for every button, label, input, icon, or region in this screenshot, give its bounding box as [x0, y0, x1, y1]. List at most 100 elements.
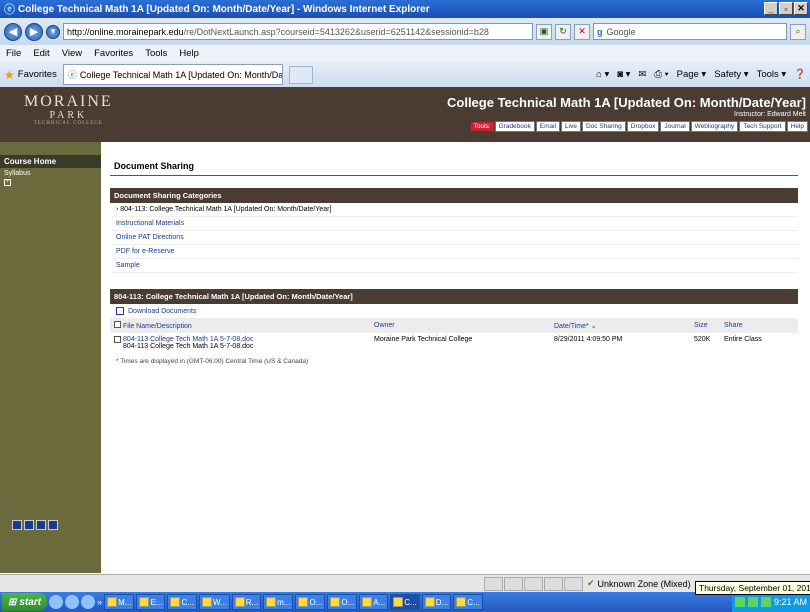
start-button[interactable]: ⊞ start — [2, 593, 48, 611]
tool-journal[interactable]: Journal — [660, 121, 690, 132]
status-cell — [484, 576, 503, 591]
taskbar-button[interactable]: C... — [453, 594, 483, 610]
page-menu[interactable]: Page ▾ — [677, 69, 707, 80]
recent-pages-dropdown[interactable]: ▾ — [46, 24, 60, 39]
tool-gradebook[interactable]: Gradebook — [494, 121, 535, 132]
tool-doc-sharing[interactable]: Doc Sharing — [581, 121, 626, 132]
stop-icon[interactable]: ✕ — [574, 23, 590, 40]
compatibility-icon[interactable]: ▣ — [536, 23, 552, 40]
minimize-button[interactable]: _ — [764, 2, 778, 15]
status-cells — [484, 576, 583, 591]
col-file-label: File Name/Description — [122, 323, 192, 330]
date-tooltip: Thursday, September 01, 2011 — [695, 581, 810, 595]
expand-icon[interactable]: + — [4, 179, 11, 186]
tools-menu[interactable]: Tools ▾ — [757, 69, 787, 80]
menu-favorites[interactable]: Favorites — [94, 48, 133, 59]
taskbar-button[interactable]: M... — [104, 594, 135, 610]
tool-live[interactable]: Live — [561, 121, 581, 132]
moraine-park-logo: MORAINE PARK TECHNICAL COLLEGE — [8, 93, 113, 126]
menu-edit[interactable]: Edit — [33, 48, 49, 59]
menu-file[interactable]: File — [6, 48, 21, 59]
quick-launch-icon[interactable] — [49, 595, 64, 609]
tool-webliography[interactable]: Webliography — [690, 121, 739, 132]
windows-flag-icon: ⊞ — [8, 596, 17, 608]
category-sample[interactable]: Sample — [110, 259, 798, 273]
print-icon[interactable] — [36, 520, 46, 530]
clock[interactable]: 9:21 AM — [774, 597, 807, 607]
mail-icon[interactable]: ✉ — [638, 69, 646, 80]
search-icon[interactable]: ⌕ — [790, 23, 806, 40]
quick-launch-icon[interactable] — [65, 595, 80, 609]
tool-email[interactable]: Email — [535, 121, 561, 132]
quick-launch-icon[interactable] — [81, 595, 96, 609]
favorites-button[interactable]: ★ Favorites — [4, 68, 57, 82]
category-online-pat-directions[interactable]: Online PAT Directions — [110, 231, 798, 245]
col-size[interactable]: Size — [690, 318, 720, 333]
info-icon[interactable] — [48, 520, 58, 530]
app-icon — [298, 597, 309, 607]
col-owner[interactable]: Owner — [370, 318, 550, 333]
window-title: College Technical Math 1A [Updated On: M… — [18, 3, 430, 15]
home-icon[interactable]: ⌂ ▾ — [596, 69, 609, 80]
tool-tech-support[interactable]: Tech Support — [739, 121, 786, 132]
col-share[interactable]: Share — [720, 318, 798, 333]
help-icon[interactable]: ❓ — [794, 69, 806, 80]
menu-view[interactable]: View — [62, 48, 82, 59]
browser-tab-active[interactable]: ⓔ College Technical Math 1A [Updated On:… — [62, 64, 283, 85]
tray-icon[interactable] — [747, 597, 758, 607]
ie-tab-icon: ⓔ — [67, 70, 77, 80]
safety-menu[interactable]: Safety ▾ — [714, 69, 748, 80]
address-input[interactable]: http://online.morainepark.edu/re/DotNext… — [63, 23, 533, 40]
refresh-icon[interactable]: ↻ — [555, 23, 571, 40]
taskbar-button[interactable]: O... — [327, 594, 358, 610]
download-icon — [116, 307, 124, 315]
collapse-icon[interactable] — [12, 520, 22, 530]
star-icon: ★ — [4, 67, 15, 82]
maximize-button[interactable]: ▫ — [779, 2, 793, 15]
category-pdf-e-reserve[interactable]: PDF for e-Reserve — [110, 245, 798, 259]
col-datetime[interactable]: Date/Time* ⌄ — [550, 318, 690, 333]
tray-icon[interactable] — [734, 597, 745, 607]
tool-dropbox[interactable]: Dropbox — [626, 121, 660, 132]
tray-icon[interactable] — [760, 597, 771, 607]
menu-help[interactable]: Help — [179, 48, 199, 59]
taskbar-button[interactable]: W... — [198, 594, 230, 610]
select-all-checkbox[interactable] — [114, 321, 121, 328]
security-zone[interactable]: ✔ Unknown Zone (Mixed) — [587, 578, 691, 589]
taskbar-label: C... — [404, 597, 417, 607]
feeds-icon[interactable]: ◙ ▾ — [617, 69, 630, 80]
taskbar-button[interactable]: D... — [421, 594, 452, 610]
status-cell — [564, 576, 583, 591]
forward-button[interactable]: ▶ — [25, 22, 43, 41]
new-tab-button[interactable] — [288, 65, 313, 84]
category-instructional-materials[interactable]: Instructional Materials — [110, 217, 798, 231]
taskbar-button[interactable]: E... — [136, 594, 166, 610]
owner-cell: Moraine Park Technical College — [374, 336, 473, 343]
sidebar-item-syllabus[interactable]: Syllabus — [0, 168, 101, 179]
tree-icon[interactable] — [24, 520, 34, 530]
taskbar-button[interactable]: A... — [359, 594, 389, 610]
app-icon — [266, 597, 277, 607]
tool-help[interactable]: Help — [786, 121, 808, 132]
favorites-bar: ★ Favorites ⓔ College Technical Math 1A … — [0, 62, 810, 87]
course-title: College Technical Math 1A [Updated On: M… — [447, 95, 806, 110]
logo-tagline: TECHNICAL COLLEGE — [33, 121, 103, 126]
app-icon — [139, 597, 150, 607]
quick-launch-more-icon[interactable]: » — [97, 597, 102, 607]
search-input[interactable]: g Google — [593, 23, 787, 40]
taskbar-button[interactable]: O... — [295, 594, 326, 610]
menu-tools[interactable]: Tools — [145, 48, 167, 59]
close-button[interactable]: ✕ — [794, 2, 808, 15]
download-documents-link[interactable]: Download Documents — [110, 304, 798, 318]
col-file[interactable]: File Name/Description — [110, 318, 370, 333]
main-content: Document Sharing Document Sharing Catego… — [110, 155, 798, 370]
row-checkbox[interactable] — [114, 336, 121, 343]
back-button[interactable]: ◀ — [4, 22, 22, 41]
taskbar-button[interactable]: m... — [263, 594, 294, 610]
file-link[interactable]: 804-113 College Tech Math 1A 5-7-08.doc — [123, 336, 254, 343]
taskbar-button[interactable]: C... — [167, 594, 197, 610]
taskbar-button-active[interactable]: C... — [390, 594, 420, 610]
taskbar-button[interactable]: R... — [231, 594, 262, 610]
course-home-link[interactable]: Course Home — [0, 155, 101, 168]
print-icon[interactable]: ⎙ ▾ — [654, 69, 668, 80]
